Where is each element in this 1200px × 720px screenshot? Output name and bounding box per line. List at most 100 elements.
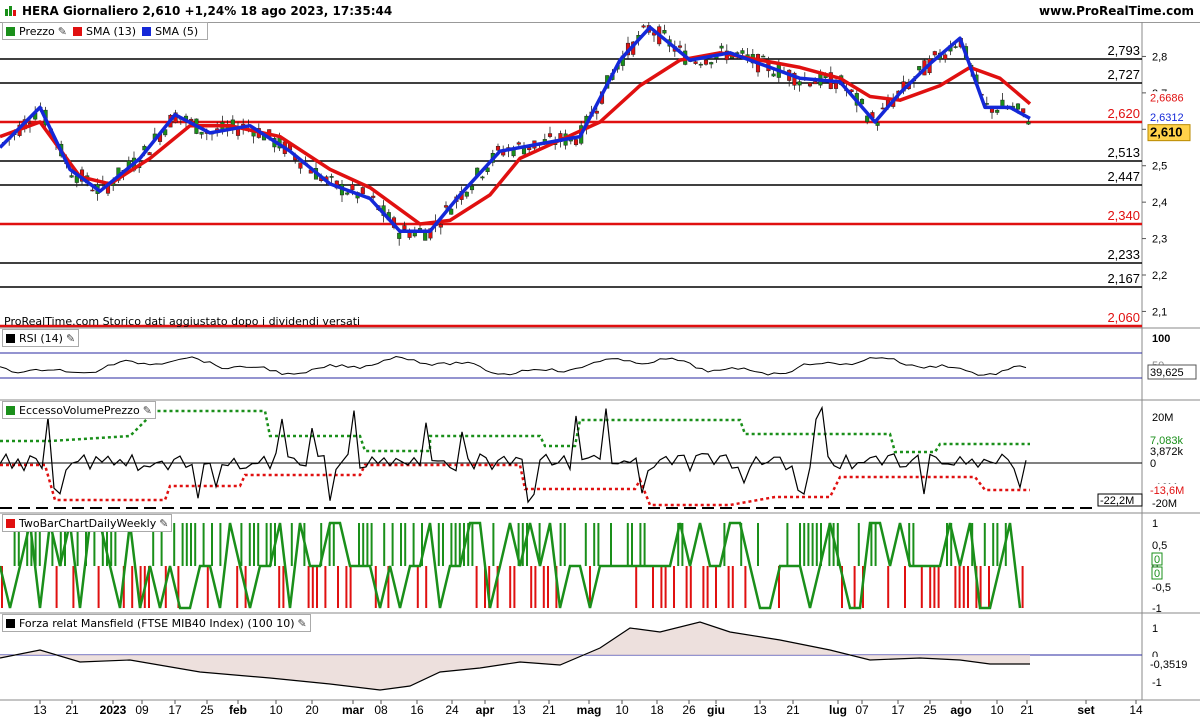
candle-body	[527, 147, 532, 151]
wrench-icon[interactable]: ✎	[159, 517, 168, 530]
x-axis-label: 10	[990, 703, 1004, 717]
mansfield-legend-label: Forza relat Mansfield (FTSE MIB40 Index)…	[19, 616, 295, 630]
candle-body	[594, 110, 599, 114]
candle-body	[397, 232, 402, 239]
candle-body	[703, 59, 709, 65]
candle-body	[547, 133, 553, 137]
evp-red-band	[0, 463, 1030, 507]
candle-body	[573, 139, 579, 146]
sma13-swatch	[73, 26, 82, 36]
x-axis-label: 21	[786, 703, 800, 717]
candle-body	[807, 82, 813, 87]
mansfield-axis-tick: -1	[1152, 677, 1162, 689]
x-axis-label: 17	[891, 703, 905, 717]
candle-body	[516, 142, 521, 145]
tbc-axis-tick: 0,5	[1152, 540, 1167, 552]
tbc-swatch	[6, 518, 15, 528]
wrench-icon[interactable]: ✎	[66, 332, 75, 345]
candle-body	[693, 61, 698, 64]
candle-body	[662, 30, 667, 34]
wrench-icon[interactable]: ✎	[298, 617, 307, 630]
x-axis-label: 10	[269, 703, 283, 717]
level-label: 2,233	[1107, 247, 1140, 262]
level-label: 2,620	[1107, 106, 1140, 121]
x-axis-label: 24	[445, 703, 459, 717]
candle-body	[350, 184, 355, 191]
mansfield-legend[interactable]: Forza relat Mansfield (FTSE MIB40 Index)…	[2, 614, 311, 632]
candle-body	[360, 187, 365, 195]
candle-body	[917, 66, 922, 71]
tbc-axis-tick: -0,5	[1152, 582, 1171, 594]
x-axis-label: 25	[200, 703, 214, 717]
rsi-line	[0, 355, 1027, 376]
tbc-legend[interactable]: TwoBarChartDailyWeekly ✎	[2, 514, 173, 532]
legend-sma5-label: SMA (5)	[155, 24, 199, 38]
x-axis-label: 17	[168, 703, 182, 717]
level-label: 2,340	[1107, 208, 1140, 223]
price-axis-tick-label: 2,8	[1152, 51, 1167, 63]
candle-body	[329, 176, 334, 178]
tbc-axis-tick: -1	[1152, 603, 1162, 615]
x-axis-label: 26	[682, 703, 696, 717]
tbc-value: 0	[1154, 554, 1160, 566]
x-axis-label: 13	[512, 703, 526, 717]
x-axis-label: 25	[923, 703, 937, 717]
candle-body	[147, 152, 152, 156]
x-axis-label: 13	[33, 703, 47, 717]
level-label: 2,513	[1107, 145, 1140, 160]
candle-body	[698, 63, 703, 66]
x-axis-label: 20	[305, 703, 319, 717]
legend-item-prezzo[interactable]: Prezzo ✎	[6, 25, 67, 38]
legend-item-sma13[interactable]: SMA (13)	[73, 25, 136, 38]
evp-value: -22,2M	[1100, 495, 1134, 507]
x-axis-label: 16	[410, 703, 424, 717]
candle-body	[90, 189, 95, 192]
candle-body	[1026, 121, 1031, 125]
candle-body	[641, 25, 646, 28]
price-tag: 2,6312	[1150, 112, 1184, 124]
candle-body	[771, 73, 776, 77]
x-axis-label: 14	[1129, 703, 1143, 717]
candle-body	[69, 175, 74, 178]
candle-body	[235, 128, 241, 136]
candle-body	[932, 51, 937, 56]
rsi-legend[interactable]: RSI (14) ✎	[2, 329, 80, 347]
evp-value: 3,872k	[1150, 446, 1184, 458]
legend-sma13-label: SMA (13)	[86, 24, 137, 38]
wrench-icon[interactable]: ✎	[143, 404, 152, 417]
evp-axis-tick: 20M	[1152, 412, 1173, 424]
candle-body	[719, 45, 724, 49]
price-axis-tick-label: 2,5	[1152, 161, 1167, 173]
rsi-axis-tick: 100	[1152, 333, 1170, 345]
rsi-swatch	[6, 333, 15, 343]
legend-item-sma5[interactable]: SMA (5)	[142, 25, 198, 38]
x-axis-label: 18	[650, 703, 664, 717]
candle-body	[443, 205, 449, 208]
wrench-icon[interactable]: ✎	[58, 25, 67, 38]
price-tag: 2,610	[1150, 125, 1183, 140]
candle-body	[677, 45, 683, 48]
candle-body	[813, 81, 818, 85]
x-axis-label: 13	[753, 703, 767, 717]
candle-body	[1015, 103, 1021, 110]
site-url: www.ProRealTime.com	[1039, 4, 1194, 18]
x-axis-label: ago	[950, 703, 971, 717]
candle-body	[189, 118, 194, 121]
evp-swatch	[6, 405, 15, 415]
x-axis-label: set	[1077, 703, 1094, 717]
price-tag: 2,6686	[1150, 92, 1184, 104]
chart-title-bar: HERA Giornaliero 2,610 +1,24% 18 ago 202…	[0, 0, 1200, 23]
candle-body	[469, 185, 475, 191]
tbc-axis-tick: 1	[1152, 518, 1158, 530]
candle-body	[298, 162, 303, 169]
candle-body	[480, 176, 485, 179]
mansfield-axis-tick: 1	[1152, 623, 1158, 635]
price-axis-tick-label: 2,3	[1152, 234, 1167, 246]
candle-body	[345, 192, 350, 195]
evp-line	[0, 405, 1027, 504]
evp-legend[interactable]: EccessoVolumePrezzo ✎	[2, 401, 156, 419]
evp-value: -13,6M	[1150, 485, 1184, 497]
x-axis-label: 2023	[100, 703, 127, 717]
level-label: 2,727	[1107, 67, 1140, 82]
candle-body	[761, 55, 766, 58]
